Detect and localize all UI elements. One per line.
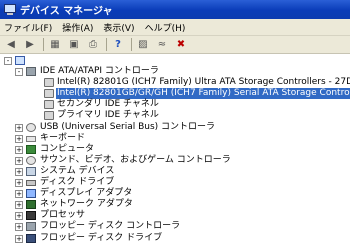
expand-toggle[interactable]: + — [15, 134, 23, 143]
menu-bar: ファイル(F) 操作(A) 表示(V) ヘルプ(H) — [0, 19, 350, 36]
tree-root[interactable]: - — [0, 55, 350, 66]
network-adapter-icon — [26, 200, 36, 210]
title-bar: デバイス マネージャ — [0, 0, 350, 19]
tree-category-label: サウンド、ビデオ、およびゲーム コントローラ — [40, 154, 231, 165]
tree-category-system[interactable]: + システム デバイス — [0, 166, 350, 177]
print-icon[interactable]: ⎙ — [86, 38, 100, 52]
processor-icon — [26, 211, 36, 221]
expand-toggle[interactable]: + — [15, 201, 23, 210]
expand-toggle[interactable]: + — [15, 179, 23, 188]
tree-category-label: プロセッサ — [40, 210, 86, 221]
tree-category-label: ディスプレイ アダプタ — [40, 188, 133, 199]
tree-category-label: フロッピー ディスク コントローラ — [40, 221, 181, 232]
menu-action[interactable]: 操作(A) — [62, 21, 93, 34]
expand-toggle[interactable]: + — [15, 145, 23, 154]
menu-help[interactable]: ヘルプ(H) — [145, 21, 186, 34]
system-device-icon — [26, 166, 36, 176]
back-arrow-icon[interactable]: ◀ — [4, 38, 18, 52]
tree-category-label: コンピュータ — [40, 143, 95, 154]
tree-item-label: プライマリ IDE チャネル — [57, 110, 159, 121]
usb-icon — [26, 122, 36, 132]
tree-category-display[interactable]: + ディスプレイ アダプタ — [0, 188, 350, 199]
ide-controller-icon — [26, 67, 36, 77]
tree-item-ide-2[interactable]: セカンダリ IDE チャネル — [0, 99, 350, 110]
expand-toggle[interactable]: + — [15, 212, 23, 221]
tree-category-label: システム デバイス — [40, 165, 115, 176]
expand-toggle[interactable]: + — [15, 123, 23, 132]
menu-view[interactable]: 表示(V) — [103, 21, 134, 34]
tree-item-label-selected: Intel(R) 82801GB/GR/GH (ICH7 Family) Ser… — [56, 88, 350, 100]
menu-file[interactable]: ファイル(F) — [4, 21, 52, 34]
toolbar-separator — [131, 38, 132, 51]
tree-category-label: キーボード — [40, 132, 86, 143]
expand-toggle[interactable]: + — [15, 190, 23, 199]
tree-category-label: ネットワーク アダプタ — [40, 199, 133, 210]
tree-item-ide-0[interactable]: Intel(R) 82801G (ICH7 Family) Ultra ATA … — [0, 77, 350, 88]
floppy-controller-icon — [26, 222, 36, 232]
sound-icon — [26, 155, 36, 165]
help-icon[interactable]: ? — [111, 38, 125, 52]
properties-icon[interactable]: ▣ — [67, 38, 81, 52]
tree-item-label: セカンダリ IDE チャネル — [57, 99, 159, 110]
disk-drive-icon — [26, 180, 36, 187]
computer-icon — [15, 56, 25, 65]
display-adapter-icon — [26, 189, 36, 199]
forward-arrow-icon[interactable]: ▶ — [23, 38, 37, 52]
floppy-drive-icon — [26, 233, 36, 243]
tree-category-label: USB (Universal Serial Bus) コントローラ — [40, 121, 216, 132]
device-manager-icon — [4, 4, 16, 15]
expand-toggle[interactable]: + — [15, 156, 23, 165]
tree-category-keyboard[interactable]: + キーボード — [0, 133, 350, 144]
expand-toggle[interactable]: + — [15, 167, 23, 176]
window-title: デバイス マネージャ — [20, 6, 113, 17]
tree-item-ide-1[interactable]: Intel(R) 82801GB/GR/GH (ICH7 Family) Ser… — [0, 88, 350, 100]
toolbar-separator — [43, 38, 44, 51]
tree-category-floppy-drive[interactable]: + フロッピー ディスク ドライブ — [0, 233, 350, 244]
expand-toggle[interactable]: + — [15, 223, 23, 232]
tree-category-ide[interactable]: - IDE ATA/ATAPI コントローラ — [0, 66, 350, 77]
tree-category-label: ディスク ドライブ — [40, 177, 115, 188]
computer-icon — [26, 144, 36, 154]
tree-category-label: IDE ATA/ATAPI コントローラ — [40, 66, 159, 77]
ide-device-icon — [44, 89, 54, 99]
scan-icon[interactable]: ▨ — [136, 38, 150, 52]
collapse-toggle[interactable]: - — [15, 68, 23, 77]
tree-item-ide-3[interactable]: プライマリ IDE チャネル — [0, 110, 350, 121]
disable-icon[interactable]: ≈ — [155, 38, 169, 52]
tree-category-computer[interactable]: + コンピュータ — [0, 144, 350, 155]
tree-category-floppy-controller[interactable]: + フロッピー ディスク コントローラ — [0, 221, 350, 232]
ide-device-icon — [44, 100, 54, 110]
tree-category-processor[interactable]: + プロセッサ — [0, 210, 350, 221]
tree-category-label: フロッピー ディスク ドライブ — [40, 232, 163, 243]
ide-device-icon — [44, 78, 54, 88]
device-tree: - - IDE ATA/ATAPI コントローラ Intel(R) 82801G… — [0, 55, 350, 247]
expand-toggle[interactable]: + — [15, 234, 23, 243]
tree-item-label: Intel(R) 82801G (ICH7 Family) Ultra ATA … — [57, 77, 350, 88]
uninstall-icon[interactable]: ✖ — [174, 38, 188, 52]
keyboard-icon — [26, 135, 36, 142]
tree-category-network[interactable]: + ネットワーク アダプタ — [0, 199, 350, 210]
tree-category-disk[interactable]: + ディスク ドライブ — [0, 177, 350, 188]
collapse-toggle[interactable]: - — [4, 57, 12, 65]
toolbar: ◀ ▶ ▦ ▣ ⎙ ? ▨ ≈ ✖ — [0, 36, 350, 54]
toolbar-separator — [106, 38, 107, 51]
ide-device-icon — [44, 111, 54, 121]
view-icon[interactable]: ▦ — [48, 38, 62, 52]
tree-category-usb[interactable]: + USB (Universal Serial Bus) コントローラ — [0, 122, 350, 133]
tree-category-sound[interactable]: + サウンド、ビデオ、およびゲーム コントローラ — [0, 155, 350, 166]
